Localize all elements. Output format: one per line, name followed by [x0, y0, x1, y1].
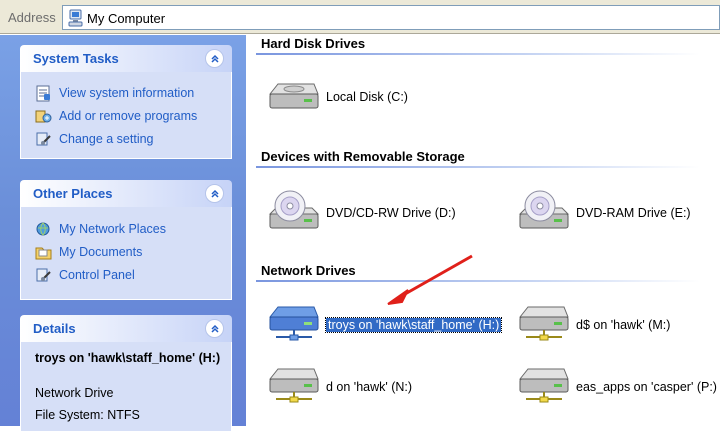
group-title-network-drives: Network Drives	[261, 263, 356, 278]
drive-dvd-cd-rw-d[interactable]: DVD/CD-RW Drive (D:)	[264, 190, 456, 233]
task-pane: System Tasks View system information Add…	[0, 35, 246, 432]
place-label: My Documents	[59, 245, 143, 259]
control-panel-icon	[35, 131, 52, 148]
network-drive-icon	[514, 303, 572, 348]
drive-label: troys on 'hawk\staff_home' (H:)	[324, 317, 503, 333]
collapse-chevron-icon[interactable]	[205, 319, 224, 338]
details-drive-type: Network Drive	[35, 386, 114, 400]
task-label: View system information	[59, 86, 195, 100]
address-label: Address	[8, 10, 56, 25]
control-panel-icon	[35, 267, 52, 284]
address-bar: Address My Computer	[0, 0, 720, 34]
panel-title: System Tasks	[33, 51, 119, 66]
place-label: Control Panel	[59, 268, 135, 282]
place-control-panel[interactable]: Control Panel	[35, 266, 135, 284]
drive-network-n[interactable]: d on 'hawk' (N:)	[264, 367, 412, 407]
system-tasks-body: View system information Add or remove pr…	[20, 72, 232, 159]
collapse-chevron-icon[interactable]	[205, 49, 224, 68]
network-places-icon	[35, 221, 52, 238]
details-drive-name: troys on 'hawk\staff_home' (H:)	[35, 351, 221, 365]
drive-network-p[interactable]: eas_apps on 'casper' (P:)	[514, 367, 717, 407]
drive-label: Local Disk (C:)	[326, 90, 408, 104]
drive-label: DVD-RAM Drive (E:)	[576, 206, 691, 220]
details-header[interactable]: Details	[20, 315, 232, 342]
drive-network-m[interactable]: d$ on 'hawk' (M:)	[514, 305, 670, 345]
network-drive-icon	[264, 303, 322, 348]
task-label: Change a setting	[59, 132, 154, 146]
folder-icon	[35, 244, 52, 261]
annotation-arrow-icon	[387, 254, 473, 305]
drive-label: d on 'hawk' (N:)	[326, 380, 413, 394]
system-info-icon	[35, 85, 52, 102]
task-view-system-information[interactable]: View system information	[35, 84, 194, 102]
drive-label: eas_apps on 'casper' (P:)	[576, 380, 717, 394]
other-places-panel: Other Places My Network Places My Docume…	[20, 180, 232, 300]
details-body: troys on 'hawk\staff_home' (H:) Network …	[20, 342, 232, 432]
place-my-network-places[interactable]: My Network Places	[35, 220, 166, 238]
panel-title: Details	[33, 321, 76, 336]
dvd-drive-icon	[514, 190, 572, 237]
details-panel: Details troys on 'hawk\staff_home' (H:) …	[20, 315, 232, 432]
system-tasks-panel: System Tasks View system information Add…	[20, 45, 232, 159]
details-file-system: File System: NTFS	[35, 408, 140, 422]
address-input[interactable]: My Computer	[62, 5, 720, 30]
my-computer-icon	[68, 9, 84, 30]
drive-network-h[interactable]: troys on 'hawk\staff_home' (H:)	[264, 303, 503, 348]
add-remove-programs-icon	[35, 108, 52, 125]
drive-label: d$ on 'hawk' (M:)	[576, 318, 671, 332]
system-tasks-header[interactable]: System Tasks	[20, 45, 232, 72]
task-add-remove-programs[interactable]: Add or remove programs	[35, 107, 197, 125]
other-places-header[interactable]: Other Places	[20, 180, 232, 207]
task-change-setting[interactable]: Change a setting	[35, 130, 154, 148]
drive-local-disk-c[interactable]: Local Disk (C:)	[264, 77, 408, 117]
drive-dvd-ram-e[interactable]: DVD-RAM Drive (E:)	[514, 190, 691, 233]
group-divider	[256, 166, 700, 168]
place-my-documents[interactable]: My Documents	[35, 243, 142, 261]
group-divider	[256, 53, 700, 55]
drive-list: Hard Disk Drives Local Disk (C:) Devices…	[246, 35, 720, 426]
hard-disk-icon	[264, 76, 322, 119]
network-drive-icon	[264, 365, 322, 410]
other-places-body: My Network Places My Documents Control P…	[20, 207, 232, 300]
place-label: My Network Places	[59, 222, 166, 236]
panel-title: Other Places	[33, 186, 113, 201]
address-value: My Computer	[87, 11, 166, 26]
drive-label: DVD/CD-RW Drive (D:)	[326, 206, 456, 220]
group-title-removable-storage: Devices with Removable Storage	[261, 149, 465, 164]
collapse-chevron-icon[interactable]	[205, 184, 224, 203]
task-label: Add or remove programs	[59, 109, 198, 123]
network-drive-icon	[514, 365, 572, 410]
group-title-hard-disk-drives: Hard Disk Drives	[261, 36, 366, 51]
dvd-drive-icon	[264, 190, 322, 237]
